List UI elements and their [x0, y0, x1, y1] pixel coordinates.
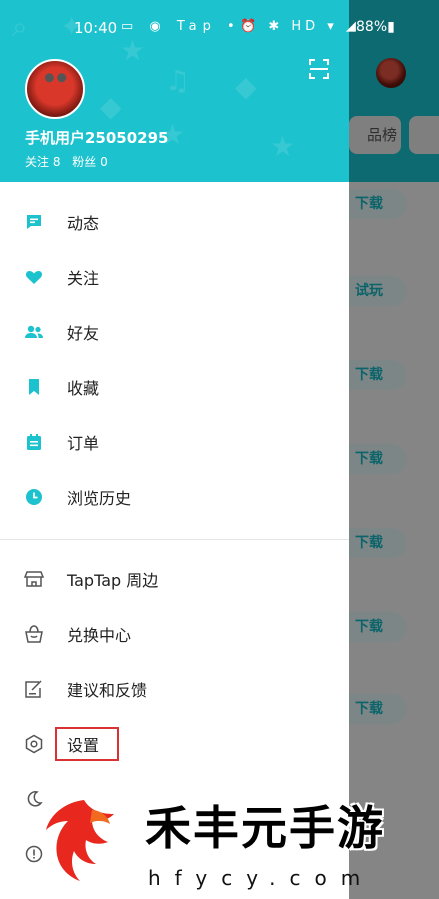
menu-label: 兑换中心 [67, 626, 132, 645]
menu-label: 好友 [67, 324, 100, 343]
system-icons: ⏰ ✱ HD ▾ ◢ [240, 19, 360, 34]
watermark-logo [46, 800, 114, 881]
avatar[interactable] [25, 59, 85, 119]
following-count[interactable]: 关注 8 [25, 155, 60, 169]
menu-divider [0, 539, 349, 540]
menu-label: 动态 [67, 214, 100, 233]
menu-item-redeem[interactable]: 兑换中心 [0, 608, 349, 660]
menu-item-merch[interactable]: TapTap 周边 [0, 553, 349, 605]
followers-count[interactable]: 粉丝 0 [72, 155, 107, 169]
username[interactable]: 手机用户25050295 [25, 127, 169, 148]
menu-item-settings[interactable]: 设置 [0, 718, 349, 770]
menu-item-orders[interactable]: 订单 [0, 416, 349, 468]
clock-icon [24, 487, 44, 507]
heart-icon [24, 267, 44, 287]
decor-note-icon: ♫ [165, 64, 191, 97]
decor-star-icon: ★ [270, 130, 296, 163]
gift-bag-icon [24, 624, 44, 644]
friends-icon [24, 322, 44, 342]
menu-label: 浏览历史 [67, 489, 132, 508]
message-icon [24, 212, 44, 232]
menu-label: 关注 [67, 269, 100, 288]
status-bar: 10:40 ▭ ◉ Tap • ⏰ ✱ HD ▾ ◢ 88%▮ [0, 14, 439, 44]
watermark: 禾丰元手游 hfycy.com [0, 784, 439, 899]
watermark-url: hfycy.com [148, 866, 375, 890]
menu-item-moments[interactable]: 动态 [0, 196, 349, 248]
menu-item-feedback[interactable]: 建议和反馈 [0, 663, 349, 715]
menu-item-history[interactable]: 浏览历史 [0, 471, 349, 523]
status-time: 10:40 [74, 19, 118, 37]
menu-label: 订单 [67, 434, 100, 453]
navigation-drawer: ⌕ ★ ♫ ◆ ★ ✦ ★ ◆ 手机用户25050295 关注 8 粉丝 0 动… [0, 0, 349, 899]
feedback-icon [24, 679, 44, 699]
store-icon [24, 569, 44, 589]
notification-icons: ▭ ◉ Tap • [121, 19, 241, 34]
menu-label: 建议和反馈 [67, 681, 148, 700]
order-icon [24, 432, 44, 452]
follow-stats: 关注 8 粉丝 0 [25, 153, 116, 170]
watermark-title: 禾丰元手游 [145, 801, 385, 855]
settings-highlight-box [55, 727, 119, 761]
bookmark-icon [24, 377, 44, 397]
menu-item-friends[interactable]: 好友 [0, 306, 349, 358]
battery-indicator: 88%▮ [356, 19, 395, 35]
decor-gamepad-icon: ◆ [235, 70, 257, 103]
scan-icon[interactable] [308, 58, 330, 80]
menu-item-following[interactable]: 关注 [0, 251, 349, 303]
settings-icon [24, 734, 44, 754]
menu-item-favorites[interactable]: 收藏 [0, 361, 349, 413]
menu-label: TapTap 周边 [67, 571, 159, 590]
decor-gamepad-icon: ◆ [100, 90, 122, 123]
menu-label: 收藏 [67, 379, 100, 398]
